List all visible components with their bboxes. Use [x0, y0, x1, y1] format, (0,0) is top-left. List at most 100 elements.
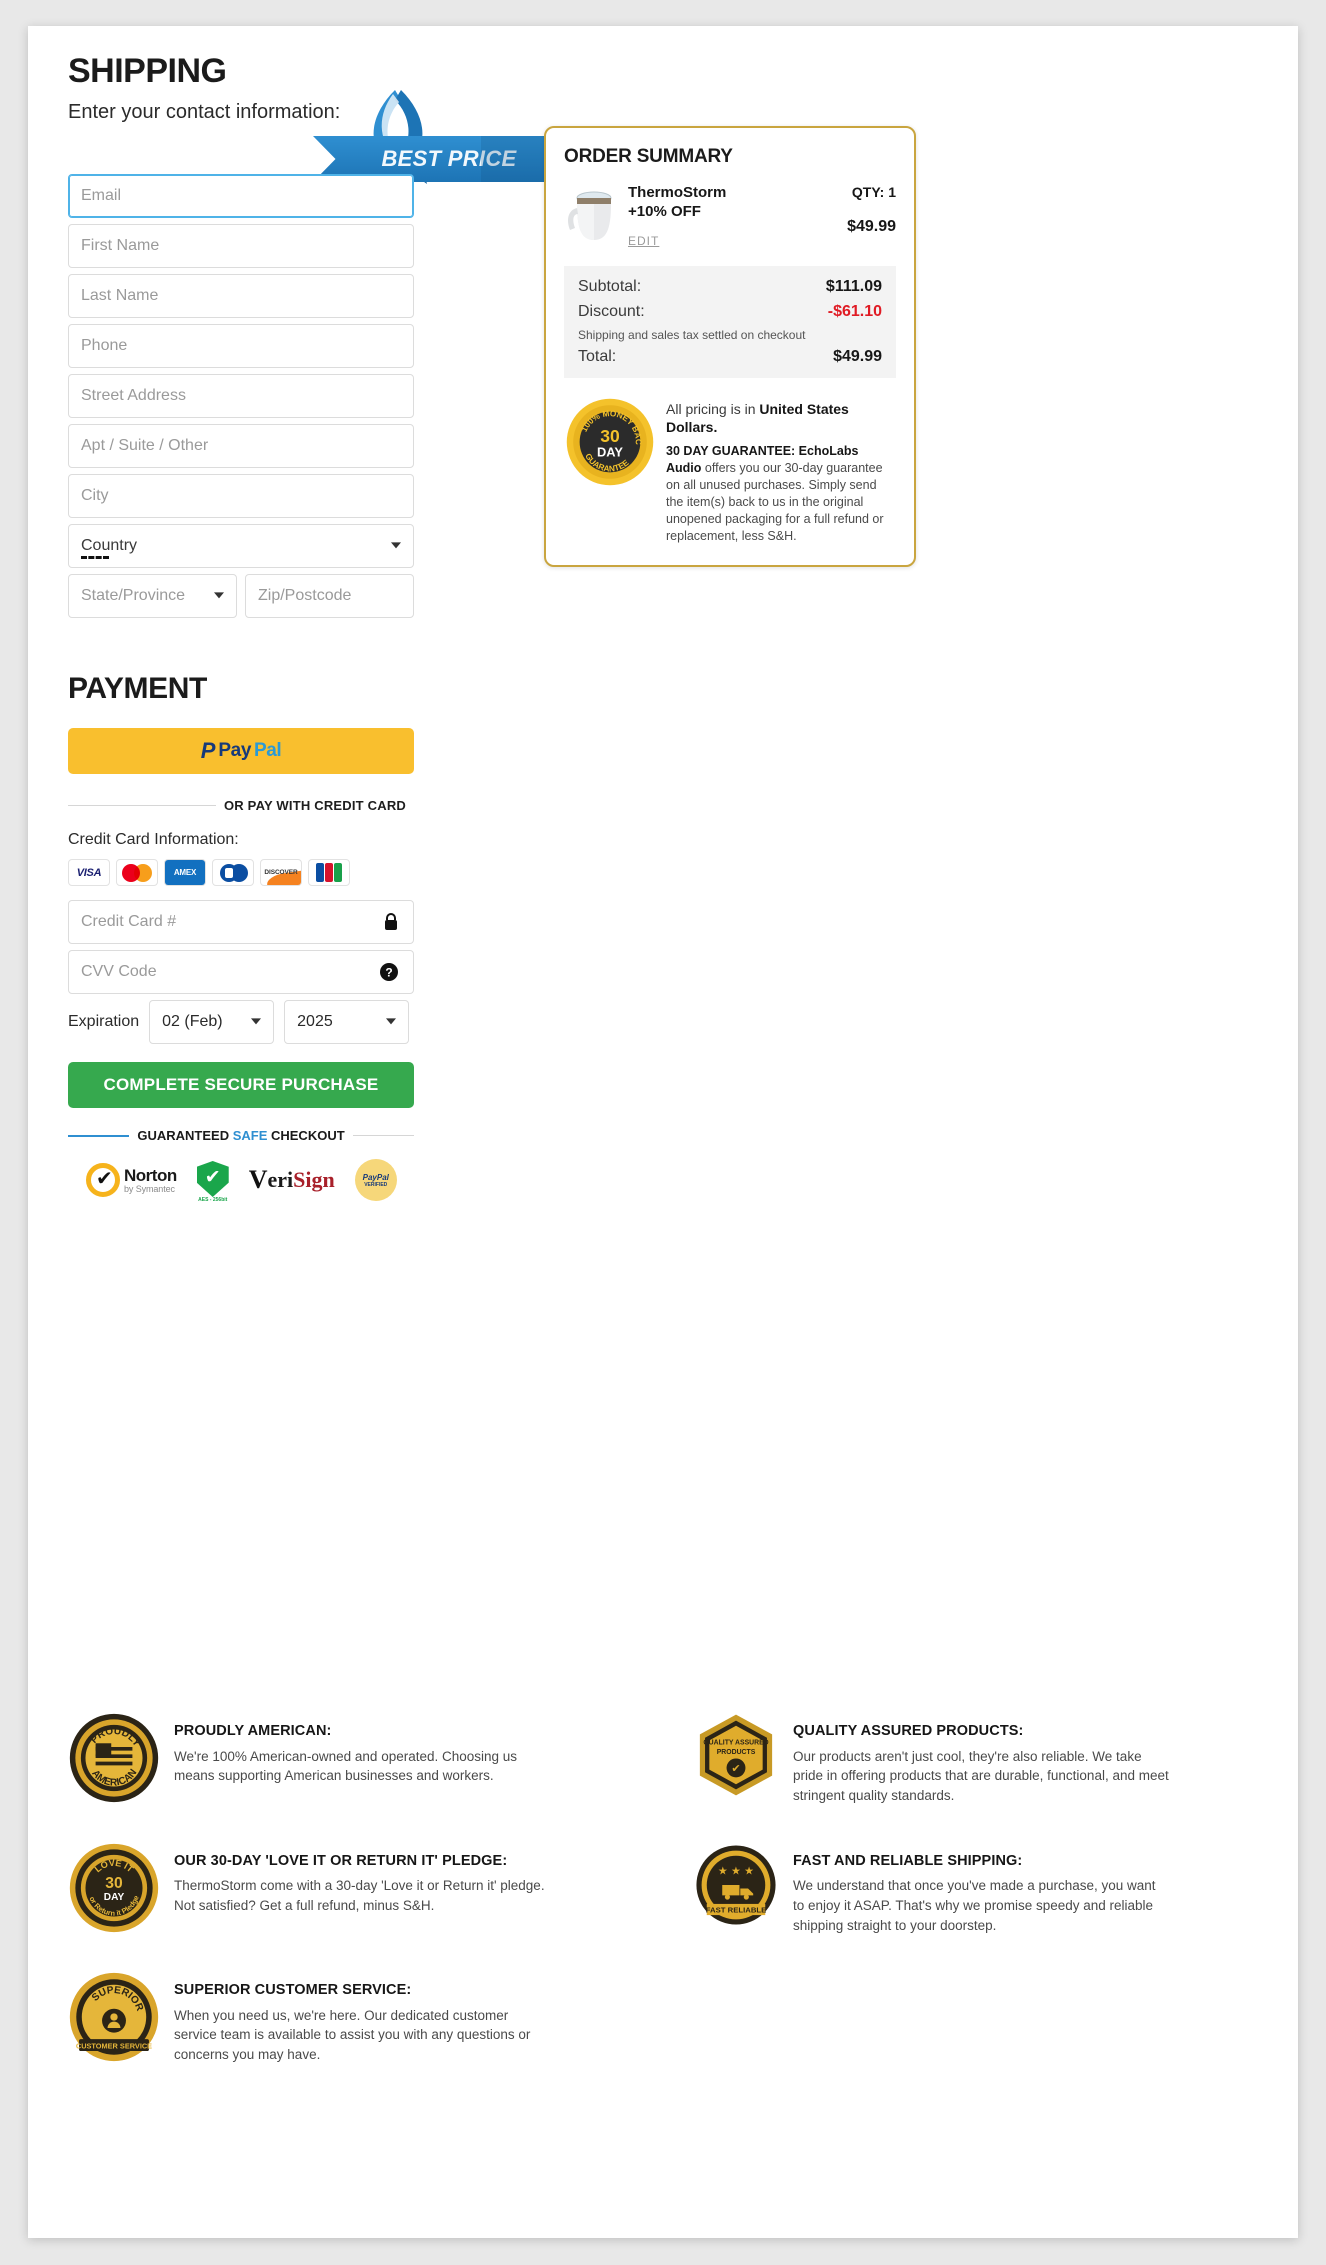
svg-text:?: ? — [385, 966, 392, 980]
trust-badges-row: Norton by Symantec AES - 256bit VeriSign… — [86, 1159, 570, 1203]
chevron-down-icon — [251, 1018, 262, 1025]
order-summary-item-info: ThermoStorm +10% OFF EDIT — [618, 184, 847, 250]
divider-line-right — [352, 1135, 415, 1136]
order-totals: Subtotal: $111.09 Discount: -$61.10 Ship… — [564, 265, 896, 378]
apt-suite-placeholder: Apt / Suite / Other — [81, 437, 209, 454]
city-placeholder: City — [81, 487, 109, 504]
paypal-button[interactable]: P Pay Pal — [68, 728, 414, 774]
paypal-logo: P Pay Pal — [201, 740, 282, 762]
feature-text: QUALITY ASSURED PRODUCTS: Our products a… — [779, 1712, 1169, 1806]
chevron-down-icon — [386, 1018, 397, 1025]
safe-checkout-label: GUARANTEED SAFE CHECKOUT — [137, 1128, 345, 1143]
feature-proudly-american: PROUDLY AMERICAN PROUDLY AMERICAN: We're… — [40, 1694, 665, 1824]
state-province-select[interactable]: State/Province — [68, 574, 237, 618]
complete-secure-purchase-button[interactable]: COMPLETE SECURE PURCHASE — [68, 1062, 414, 1108]
feature-title: QUALITY ASSURED PRODUCTS: — [793, 1723, 1024, 1739]
paypal-pal-text: Pal — [253, 740, 282, 761]
norton-subtitle: by Symantec — [124, 1183, 175, 1194]
page-title: SHIPPING — [68, 52, 227, 90]
zip-postcode-placeholder: Zip/Postcode — [258, 587, 352, 604]
state-zip-row: State/Province Zip/Postcode — [68, 574, 414, 624]
complete-secure-purchase-label: COMPLETE SECURE PURCHASE — [103, 1075, 379, 1094]
checkout-left-column: SHIPPING Enter your contact information:… — [40, 26, 570, 1203]
fast-reliable-shipping-badge-icon: ★ ★ ★ FAST RELIABLE — [693, 1842, 779, 1928]
expiration-year-select[interactable]: 2025 — [284, 1000, 410, 1044]
payment-heading: PAYMENT — [68, 672, 207, 705]
visa-icon: VISA — [68, 859, 110, 886]
verisign-sign: Sign — [293, 1167, 335, 1192]
order-summary-item-pricing: QTY: 1 $49.99 — [847, 184, 896, 236]
feature-superior-customer-service: SUPERIOR CUSTOMER SERVICE SUPERIOR CUSTO… — [40, 1953, 665, 2083]
ssl-shield-icon: AES - 256bit — [196, 1161, 229, 1203]
guarantee-block: 100% MONEY BACK GUARANTEE 30 DAY All pri… — [564, 396, 896, 545]
cvv-code-field[interactable]: CVV Code ? — [68, 950, 414, 994]
amex-icon: AMEX — [164, 859, 206, 886]
expiration-month-select[interactable]: 02 (Feb) — [149, 1000, 275, 1044]
divider-line-left — [68, 805, 216, 806]
discount-row: Discount: -$61.10 — [578, 303, 882, 321]
zip-postcode-field[interactable]: Zip/Postcode — [245, 574, 414, 618]
love-it-or-return-it-badge-icon: LOVE IT or Return it Pledge 30 DAY — [68, 1842, 160, 1934]
feature-body: We're 100% American-owned and operated. … — [174, 1748, 518, 1784]
guarantee-body: 30 DAY GUARANTEE: EchoLabs Audio offers … — [666, 444, 884, 543]
email-field[interactable]: Email — [68, 174, 414, 218]
visa-icon-label: VISA — [76, 866, 102, 879]
expiration-year-value: 2025 — [297, 1013, 333, 1030]
discount-label: Discount: — [578, 302, 645, 320]
subtotal-label: Subtotal: — [578, 277, 642, 295]
state-province-placeholder: State/Province — [81, 587, 186, 604]
order-item-edit-link[interactable]: EDIT — [628, 234, 659, 248]
verisign-eri: eri — [267, 1167, 294, 1192]
guarantee-text: All pricing is in United States Dollars.… — [656, 396, 896, 545]
chevron-down-icon — [391, 542, 401, 549]
phone-field[interactable]: Phone — [68, 324, 414, 368]
order-item-discount-line: +10% OFF — [628, 202, 701, 220]
country-select[interactable]: Country — [68, 524, 414, 568]
street-address-field[interactable]: Street Address — [68, 374, 414, 418]
total-row: Total: $49.99 — [578, 348, 882, 366]
country-underline-marker — [81, 556, 109, 559]
shipping-form: Email First Name Last Name Phone Street … — [68, 174, 414, 624]
feature-body: When you need us, we're here. Our dedica… — [174, 2007, 531, 2063]
country-placeholder: Country — [81, 537, 138, 554]
feature-text: SUPERIOR CUSTOMER SERVICE: When you need… — [160, 1971, 550, 2065]
accepted-card-icons: VISA AMEX DISCOVER — [68, 859, 570, 886]
norton-badge-icon: Norton by Symantec — [86, 1163, 177, 1197]
paypal-pay-text: Pay — [218, 740, 251, 761]
street-address-placeholder: Street Address — [81, 387, 186, 404]
feature-body: Our products aren't just cool, they're a… — [793, 1748, 1169, 1803]
feature-fast-reliable-shipping: ★ ★ ★ FAST RELIABLE FAST AND RELIABLE SH… — [665, 1824, 1290, 1954]
svg-text:PRODUCTS: PRODUCTS — [717, 1749, 756, 1756]
svg-text:✔: ✔ — [731, 1763, 740, 1775]
or-pay-label: OR PAY WITH CREDIT CARD — [223, 798, 406, 813]
svg-text:DAY: DAY — [597, 444, 623, 459]
cvv-code-placeholder: CVV Code — [81, 963, 157, 980]
total-label: Total: — [578, 347, 617, 365]
city-field[interactable]: City — [68, 474, 414, 518]
expiration-label: Expiration — [68, 1013, 140, 1030]
svg-text:CUSTOMER SERVICE: CUSTOMER SERVICE — [76, 2041, 152, 2050]
feature-title: FAST AND RELIABLE SHIPPING: — [793, 1852, 1023, 1869]
feature-text: FAST AND RELIABLE SHIPPING: We understan… — [779, 1842, 1169, 1936]
feature-body: We understand that once you've made a pu… — [793, 1878, 1156, 1933]
feature-title: OUR 30-DAY 'LOVE IT OR RETURN IT' PLEDGE… — [174, 1852, 508, 1869]
jcb-icon — [308, 859, 350, 886]
currency-notice: All pricing is in United States Dollars. — [666, 400, 849, 436]
first-name-field[interactable]: First Name — [68, 224, 414, 268]
svg-text:30: 30 — [105, 1875, 123, 1892]
safe-checkout-divider: GUARANTEED SAFE CHECKOUT — [68, 1128, 415, 1143]
apt-suite-field[interactable]: Apt / Suite / Other — [68, 424, 414, 468]
help-question-icon[interactable]: ? — [379, 962, 399, 982]
phone-placeholder: Phone — [81, 337, 128, 354]
feature-love-it-or-return-it: LOVE IT or Return it Pledge 30 DAY OUR 3… — [40, 1824, 665, 1954]
email-placeholder: Email — [81, 187, 122, 204]
checkout-page: SHIPPING Enter your contact information:… — [0, 0, 1326, 2265]
last-name-field[interactable]: Last Name — [68, 274, 414, 318]
paypal-p-glyph: P — [200, 738, 216, 763]
total-amount: $49.99 — [833, 347, 882, 365]
credit-card-number-field[interactable]: Credit Card # — [68, 900, 414, 944]
order-item-price: $49.99 — [847, 218, 896, 235]
credit-card-number-placeholder: Credit Card # — [81, 913, 177, 930]
expiration-month-value: 02 (Feb) — [162, 1013, 223, 1030]
subtotal-row: Subtotal: $111.09 — [578, 278, 882, 296]
